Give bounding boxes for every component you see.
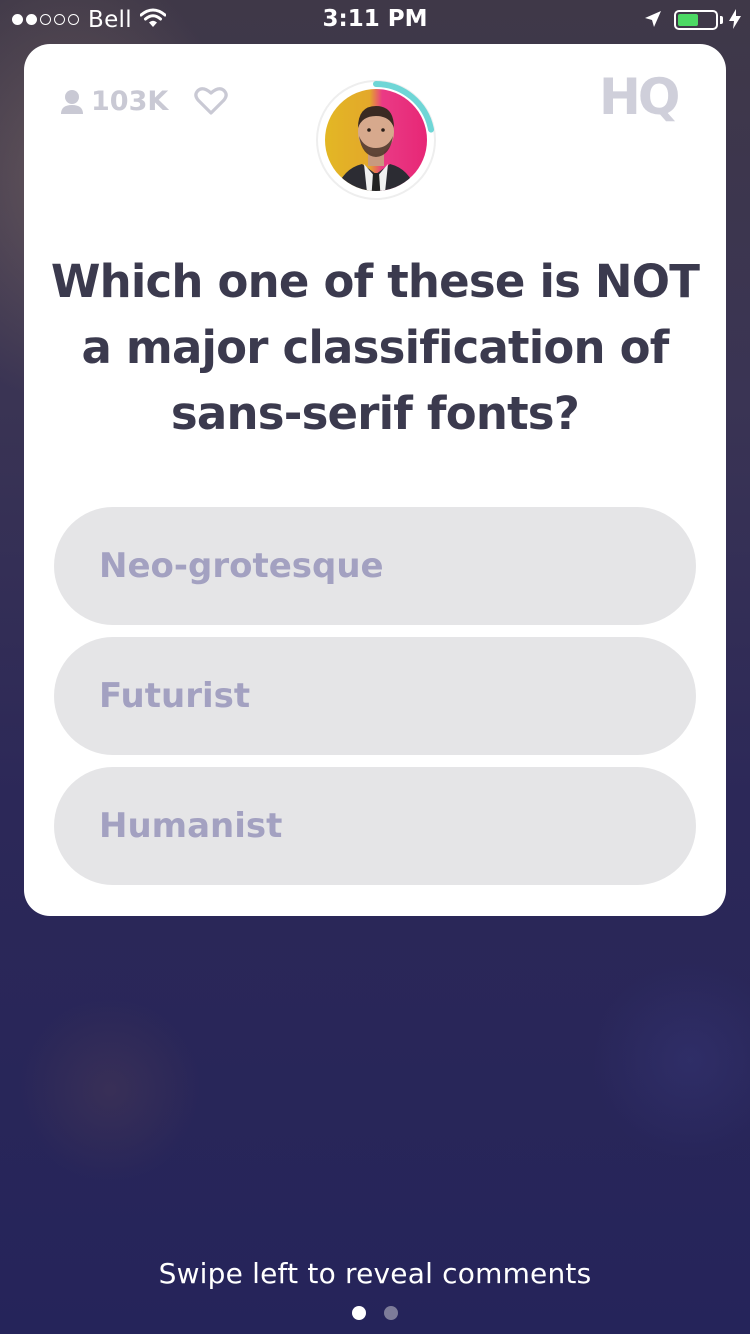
- battery-tip: [720, 16, 723, 24]
- question-text: Which one of these is NOT a major classi…: [50, 255, 700, 440]
- status-time: 3:11 PM: [322, 6, 428, 32]
- answer-label: Neo-grotesque: [99, 546, 384, 586]
- location-arrow-icon: [645, 11, 661, 27]
- host-avatar: [316, 80, 436, 200]
- answer-option-3[interactable]: Humanist: [54, 767, 696, 885]
- page-indicator[interactable]: [0, 1306, 750, 1320]
- answer-option-2[interactable]: Futurist: [54, 637, 696, 755]
- battery-icon: [674, 10, 718, 30]
- question-card: 103K HQ Which one of these is NOT a majo…: [24, 44, 726, 916]
- hq-logo: HQ: [599, 68, 680, 126]
- answer-option-1[interactable]: Neo-grotesque: [54, 507, 696, 625]
- user-icon: [61, 89, 83, 114]
- heart-icon[interactable]: [194, 86, 228, 116]
- viewer-count: 103K: [60, 86, 168, 117]
- charging-bolt-icon: [729, 9, 741, 29]
- page-dot-active[interactable]: [352, 1306, 366, 1320]
- answer-label: Humanist: [99, 806, 283, 846]
- viewer-count-value: 103K: [91, 86, 169, 117]
- status-bar: Bell 3:11 PM: [0, 0, 750, 40]
- answer-label: Futurist: [99, 676, 251, 716]
- battery-level: [678, 14, 698, 26]
- page-dot-inactive[interactable]: [384, 1306, 398, 1320]
- swipe-hint: Swipe left to reveal comments: [158, 1257, 592, 1290]
